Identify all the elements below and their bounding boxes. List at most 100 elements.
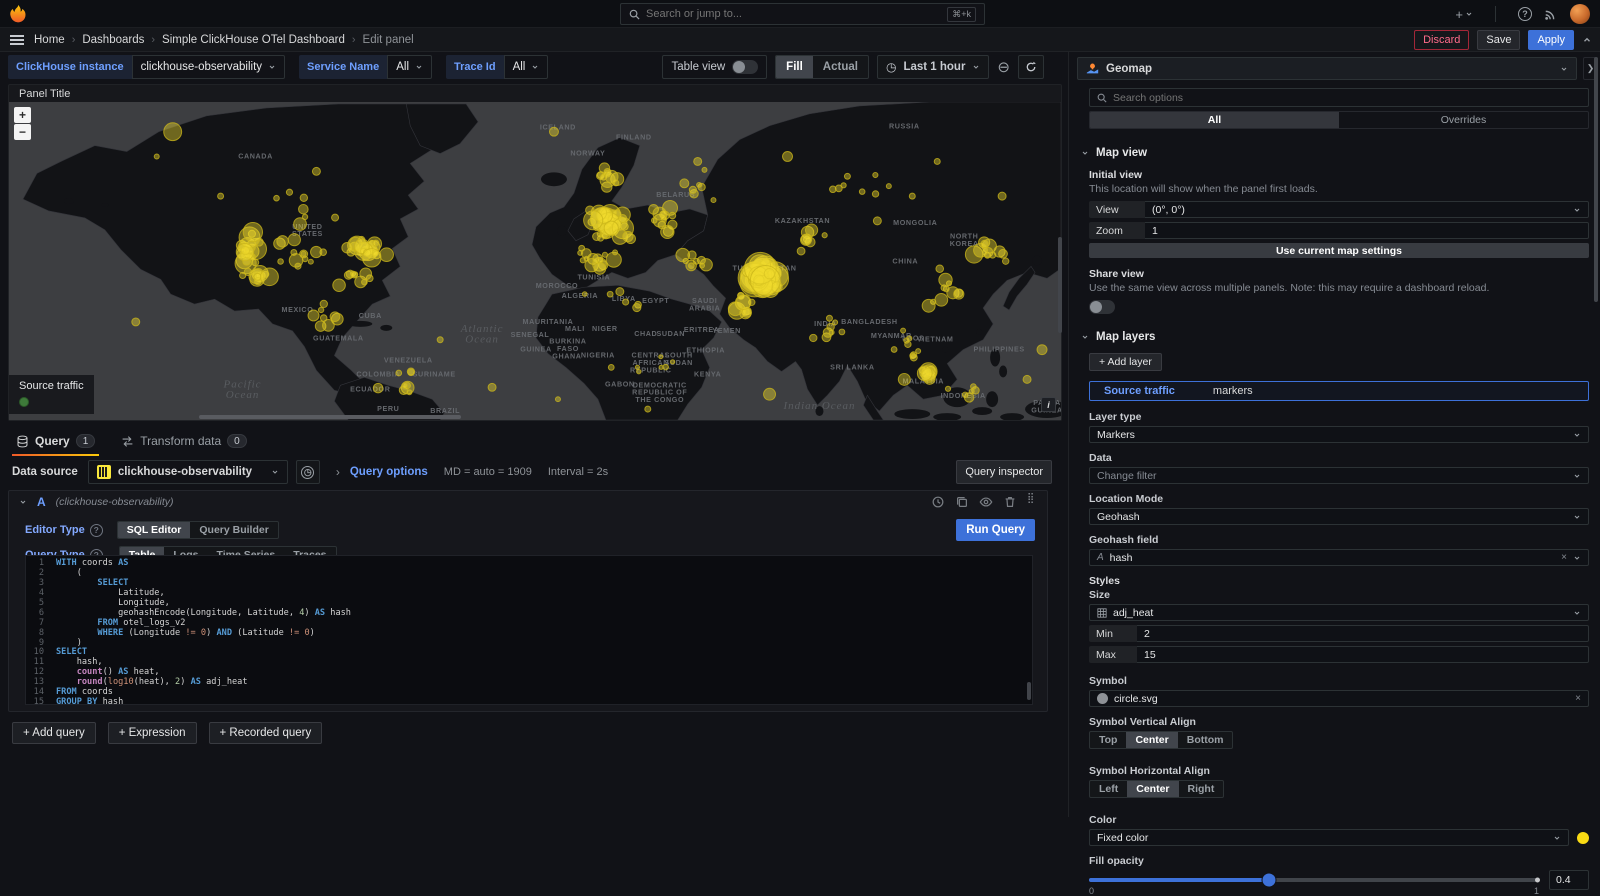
align-left-option[interactable]: Left — [1090, 781, 1127, 797]
sql-editor-option[interactable]: SQL Editor — [118, 522, 191, 538]
add-query-button[interactable]: + Add query — [12, 722, 96, 744]
map-zoom-in-button[interactable]: + — [14, 107, 31, 123]
hide-response-eye-icon[interactable] — [979, 495, 993, 509]
map-canvas[interactable]: AtlanticOceanPacificOceanIndian OceanRUS… — [9, 102, 1061, 420]
drag-handle[interactable]: ⣿ — [1027, 495, 1037, 509]
zoom-input[interactable]: 1 — [1145, 222, 1589, 239]
color-swatch[interactable] — [1577, 832, 1589, 844]
new-menu-button[interactable]: + — [1455, 7, 1473, 22]
run-query-button[interactable]: Run Query — [956, 519, 1035, 541]
breadcrumb-home[interactable]: Home — [34, 34, 65, 46]
query-inspector-button[interactable]: Query inspector — [956, 460, 1052, 484]
editor-type-help-icon[interactable]: ? — [90, 524, 103, 537]
geomap-panel[interactable]: Panel Title AtlanticOceanPacificOceanInd… — [8, 84, 1062, 421]
sql-line[interactable]: 10SELECT — [26, 648, 1032, 658]
sql-line[interactable]: 3 SELECT — [26, 579, 1032, 589]
instance-var-select[interactable]: clickhouse-observability — [132, 55, 285, 79]
options-search-input[interactable] — [1113, 92, 1581, 104]
slider-handle[interactable] — [1263, 874, 1276, 887]
actual-option[interactable]: Actual — [813, 56, 868, 78]
color-mode-select[interactable]: Fixed color — [1089, 829, 1569, 846]
world-map[interactable]: AtlanticOceanPacificOceanIndian OceanRUS… — [9, 102, 1061, 420]
map-attribution-button[interactable]: i — [1041, 397, 1056, 412]
sql-line[interactable]: 1WITH coords AS — [26, 559, 1032, 569]
search-input[interactable] — [646, 8, 941, 20]
tab-all[interactable]: All — [1090, 112, 1339, 128]
sql-line[interactable]: 4 Latitude, — [26, 589, 1032, 599]
align-bottom-option[interactable]: Bottom — [1178, 732, 1233, 748]
user-avatar[interactable] — [1570, 4, 1590, 24]
duplicate-query-icon[interactable] — [955, 495, 969, 509]
layer-item-source-traffic[interactable]: Source traffic markers — [1089, 381, 1589, 401]
fill-opacity-value[interactable]: 0.4 — [1549, 870, 1589, 890]
query-history-icon[interactable] — [931, 495, 945, 509]
symbol-select[interactable]: circle.svg × — [1089, 690, 1589, 707]
save-button[interactable]: Save — [1477, 30, 1520, 50]
tab-overrides[interactable]: Overrides — [1339, 112, 1588, 128]
zoom-out-time-button[interactable]: ⊖ — [997, 58, 1010, 76]
breadcrumb-dashboard-name[interactable]: Simple ClickHouse OTel Dashboard — [162, 34, 345, 46]
query-options-link[interactable]: Query options — [350, 466, 428, 478]
recorded-query-button[interactable]: + Recorded query — [209, 722, 323, 744]
menu-icon[interactable] — [10, 35, 24, 45]
help-icon[interactable]: ? — [1518, 7, 1532, 21]
share-view-toggle[interactable] — [1089, 300, 1115, 314]
fill-option[interactable]: Fill — [776, 56, 813, 78]
geohash-field-select[interactable]: A hash × — [1089, 549, 1589, 566]
max-input[interactable]: 15 — [1137, 646, 1589, 663]
align-center-option[interactable]: Center — [1127, 781, 1178, 797]
sql-code-editor[interactable]: 1WITH coords AS2 (3 SELECT4 Latitude,5 L… — [25, 555, 1033, 705]
discard-button[interactable]: Discard — [1414, 30, 1469, 50]
section-map-layers[interactable]: Map layers — [1081, 331, 1589, 343]
query-header[interactable]: A (clickhouse-observability) ⣿ — [9, 491, 1047, 513]
expression-button[interactable]: + Expression — [108, 722, 197, 744]
datasource-help-button[interactable]: ◷ — [296, 460, 320, 484]
map-zoom-out-button[interactable]: − — [14, 124, 31, 140]
left-pane-scrollbar[interactable] — [1058, 237, 1062, 333]
map-horizontal-scrollbar[interactable] — [199, 415, 461, 419]
sql-line[interactable]: 9 ) — [26, 639, 1032, 649]
tab-transform-data[interactable]: Transform data 0 — [117, 434, 250, 456]
collapse-query-icon[interactable] — [19, 498, 27, 506]
table-view-toggle[interactable] — [732, 60, 758, 74]
sql-line[interactable]: 2 ( — [26, 569, 1032, 579]
tab-query[interactable]: Query 1 — [12, 434, 99, 456]
sql-line[interactable]: 8 WHERE (Longitude != 0) AND (Latitude !… — [26, 629, 1032, 639]
add-layer-button[interactable]: + Add layer — [1089, 353, 1162, 371]
time-range-picker[interactable]: ◷ Last 1 hour — [877, 55, 989, 79]
global-search[interactable]: ⌘+k — [620, 3, 985, 25]
panel-title[interactable]: Panel Title — [9, 85, 1061, 102]
sql-line[interactable]: 13 round(log10(heat), 2) AS adj_heat — [26, 678, 1032, 688]
location-mode-select[interactable]: Geohash — [1089, 508, 1589, 525]
sql-line[interactable]: 14FROM coords — [26, 688, 1032, 698]
options-pane-scrollbar[interactable] — [1594, 57, 1598, 302]
layer-type-select[interactable]: Markers — [1089, 426, 1589, 443]
news-icon[interactable] — [1544, 7, 1558, 21]
data-filter-select[interactable]: Change filter — [1089, 467, 1589, 484]
collapse-header-icon[interactable] — [1582, 35, 1592, 45]
view-select[interactable]: (0°, 0°) — [1145, 201, 1589, 218]
service-var-select[interactable]: All — [387, 55, 432, 79]
align-top-option[interactable]: Top — [1090, 732, 1126, 748]
visualization-picker[interactable]: Geomap — [1077, 57, 1577, 80]
query-ref-id[interactable]: A — [37, 495, 46, 509]
apply-button[interactable]: Apply — [1528, 30, 1574, 50]
size-field-select[interactable]: adj_heat — [1089, 604, 1589, 621]
trace-var-select[interactable]: All — [504, 55, 549, 79]
align-right-option[interactable]: Right — [1179, 781, 1224, 797]
fill-opacity-slider[interactable]: 0 1 — [1089, 878, 1539, 882]
options-search[interactable] — [1089, 88, 1589, 107]
breadcrumb-dashboards[interactable]: Dashboards — [82, 34, 144, 46]
clear-icon[interactable]: × — [1575, 693, 1581, 704]
use-current-map-settings-button[interactable]: Use current map settings — [1089, 243, 1589, 258]
sql-line[interactable]: 15GROUP BY hash — [26, 698, 1032, 705]
remove-query-trash-icon[interactable] — [1003, 495, 1017, 509]
editor-scrollbar[interactable] — [1027, 682, 1031, 700]
query-builder-option[interactable]: Query Builder — [190, 522, 277, 538]
sql-line[interactable]: 11 hash, — [26, 658, 1032, 668]
clear-icon[interactable]: × — [1561, 552, 1567, 563]
align-center-option[interactable]: Center — [1126, 732, 1177, 748]
min-input[interactable]: 2 — [1137, 625, 1589, 642]
section-map-view[interactable]: Map view — [1081, 147, 1589, 159]
grafana-logo[interactable] — [8, 4, 28, 24]
